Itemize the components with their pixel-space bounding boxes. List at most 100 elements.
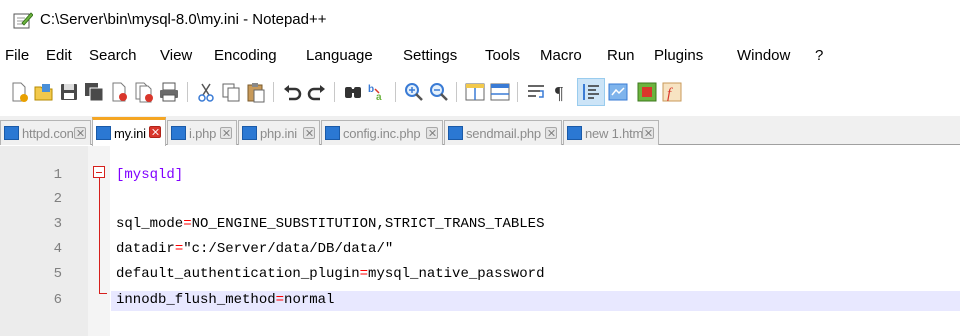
copy-icon[interactable] xyxy=(220,81,242,103)
menu-encoding[interactable]: Encoding xyxy=(214,47,277,64)
menu-language[interactable]: Language xyxy=(306,47,373,64)
close-tab-icon[interactable] xyxy=(303,127,315,139)
menu-search[interactable]: Search xyxy=(89,47,137,64)
tab-label: my.ini xyxy=(114,125,146,141)
tab-php-ini[interactable]: php.ini xyxy=(238,120,320,145)
code-line-3: sql_mode=NO_ENGINE_SUBSTITUTION,STRICT_T… xyxy=(116,216,544,232)
window-title: C:\Server\bin\mysql-8.0\my.ini - Notepad… xyxy=(40,11,327,28)
toolbar: b a ¶ f xyxy=(0,72,960,112)
tab-sendmail-php[interactable]: sendmail.php xyxy=(444,120,562,145)
tab-config-inc-php[interactable]: config.inc.php xyxy=(321,120,443,145)
file-icon xyxy=(325,126,340,140)
line-number: 4 xyxy=(53,241,62,257)
toolbar-separator xyxy=(334,82,335,102)
function-list-icon[interactable]: f xyxy=(661,81,683,103)
document-tab-bar: httpd.conf my.ini i.php php.ini config.i… xyxy=(0,116,960,146)
find-icon[interactable] xyxy=(342,81,364,103)
document-map-icon[interactable] xyxy=(636,81,658,103)
ini-key: default_authentication_plugin xyxy=(116,266,360,282)
ini-value: NO_ENGINE_SUBSTITUTION,STRICT_TRANS_TABL… xyxy=(191,216,545,232)
fold-guide-line xyxy=(99,178,100,294)
zoom-in-icon[interactable] xyxy=(403,81,425,103)
indent-guide-icon[interactable] xyxy=(580,81,602,103)
close-tab-icon[interactable] xyxy=(642,127,654,139)
cut-icon[interactable] xyxy=(195,81,217,103)
menu-file[interactable]: File xyxy=(5,47,29,64)
menu-edit[interactable]: Edit xyxy=(46,47,72,64)
replace-icon[interactable]: b a xyxy=(367,81,389,103)
menu-tools[interactable]: Tools xyxy=(485,47,520,64)
tab-label: i.php xyxy=(189,125,217,141)
open-file-icon[interactable] xyxy=(33,81,55,103)
close-tab-icon[interactable] xyxy=(149,126,161,138)
menu-plugins[interactable]: Plugins xyxy=(654,47,703,64)
redo-icon[interactable] xyxy=(306,81,328,103)
menu-help[interactable]: ? xyxy=(815,47,823,64)
code-line-5: default_authentication_plugin=mysql_nati… xyxy=(116,266,544,282)
toolbar-separator xyxy=(456,82,457,102)
file-icon xyxy=(4,126,19,140)
tab-label: config.inc.php xyxy=(343,125,421,141)
word-wrap-icon[interactable] xyxy=(525,81,547,103)
file-icon xyxy=(242,126,257,140)
print-icon[interactable] xyxy=(158,81,180,103)
sync-horizontal-icon[interactable] xyxy=(489,81,511,103)
editor-area[interactable]: 1 2 3 4 5 6 [mysqld] sql_mode=NO_ENGINE_… xyxy=(0,146,960,336)
close-tab-icon[interactable] xyxy=(545,127,557,139)
ini-operator: = xyxy=(275,292,285,308)
user-defined-language-icon[interactable] xyxy=(607,81,629,103)
tab-label: php.ini xyxy=(260,125,297,141)
tab-label: sendmail.php xyxy=(466,125,541,141)
svg-text:a: a xyxy=(376,92,382,103)
toolbar-separator xyxy=(517,82,518,102)
tab-my-ini[interactable]: my.ini xyxy=(92,117,166,146)
tab-new-1-html[interactable]: new 1.html xyxy=(563,120,659,145)
menu-run[interactable]: Run xyxy=(607,47,635,64)
line-number: 5 xyxy=(53,266,62,282)
menu-macro[interactable]: Macro xyxy=(540,47,582,64)
tab-i-php[interactable]: i.php xyxy=(167,120,237,145)
zoom-out-icon[interactable] xyxy=(428,81,450,103)
title-bar: C:\Server\bin\mysql-8.0\my.ini - Notepad… xyxy=(0,0,960,40)
menu-settings[interactable]: Settings xyxy=(403,47,457,64)
new-file-icon[interactable] xyxy=(8,81,30,103)
code-line-4: datadir="c:/Server/data/DB/data/" xyxy=(116,241,393,257)
close-tab-icon[interactable] xyxy=(220,127,232,139)
save-icon[interactable] xyxy=(58,81,80,103)
ini-section: [mysqld] xyxy=(116,167,184,183)
menu-view[interactable]: View xyxy=(160,47,192,64)
notepad-plus-plus-icon xyxy=(13,12,33,29)
ini-key: innodb_flush_method xyxy=(116,292,276,308)
fold-collapse-icon[interactable] xyxy=(93,166,105,178)
close-tab-icon[interactable] xyxy=(74,127,86,139)
svg-text:¶: ¶ xyxy=(555,83,563,103)
code-line-1: [mysqld] xyxy=(116,167,183,183)
sync-vertical-icon[interactable] xyxy=(464,81,486,103)
paste-icon[interactable] xyxy=(245,81,267,103)
ini-key: datadir xyxy=(116,241,175,257)
menu-window[interactable]: Window xyxy=(737,47,790,64)
file-icon xyxy=(171,126,186,140)
toolbar-separator xyxy=(273,82,274,102)
fold-guide-end xyxy=(99,293,107,294)
close-all-icon[interactable] xyxy=(133,81,155,103)
file-icon xyxy=(448,126,463,140)
show-all-characters-icon[interactable]: ¶ xyxy=(550,81,572,103)
tab-label: httpd.conf xyxy=(22,125,78,141)
tab-label: new 1.html xyxy=(585,125,646,141)
undo-icon[interactable] xyxy=(281,81,303,103)
code-line-6: innodb_flush_method=normal xyxy=(116,292,334,308)
close-icon[interactable] xyxy=(108,81,130,103)
toolbar-separator xyxy=(395,82,396,102)
toolbar-separator xyxy=(187,82,188,102)
line-number: 1 xyxy=(53,167,62,183)
ini-value: normal xyxy=(284,292,335,308)
save-all-icon[interactable] xyxy=(83,81,105,103)
menu-bar: File Edit Search View Encoding Language … xyxy=(0,40,960,72)
ini-key: sql_mode xyxy=(116,216,184,232)
file-icon xyxy=(567,126,582,140)
ini-operator: = xyxy=(183,216,192,232)
close-tab-icon[interactable] xyxy=(426,127,438,139)
file-icon xyxy=(96,126,111,140)
tab-httpd-conf[interactable]: httpd.conf xyxy=(0,120,91,145)
